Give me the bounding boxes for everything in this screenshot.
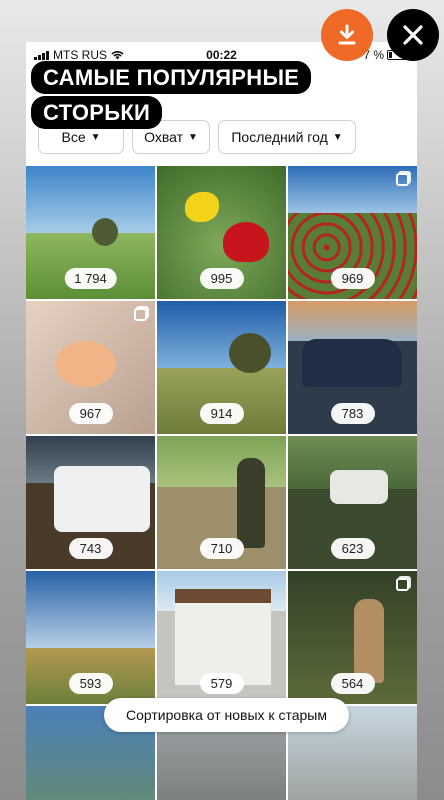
story-tile[interactable]: 710 (157, 436, 286, 569)
sort-order-toast[interactable]: Сортировка от новых к старым (104, 698, 349, 732)
story-tile[interactable]: 783 (288, 301, 417, 434)
views-count: 593 (68, 673, 113, 694)
filter-reach-label: Охват (144, 129, 183, 145)
story-tile[interactable]: 623 (288, 436, 417, 569)
views-count: 710 (199, 538, 244, 559)
chevron-down-icon: ▼ (188, 131, 198, 143)
chevron-down-icon: ▼ (332, 131, 343, 143)
views-count: 914 (199, 403, 244, 424)
story-tile[interactable]: 743 (26, 436, 155, 569)
filter-all-label: Все (61, 129, 86, 145)
chevron-down-icon: ▼ (90, 131, 101, 143)
views-count: 579 (199, 673, 244, 694)
close-icon (403, 25, 423, 45)
views-count: 1 794 (64, 268, 117, 289)
multiple-photos-icon (396, 578, 409, 591)
download-icon (338, 24, 356, 45)
multiple-photos-icon (396, 173, 409, 186)
views-count: 564 (330, 673, 375, 694)
story-tile[interactable]: 967 (26, 301, 155, 434)
story-tile[interactable]: 579 (157, 571, 286, 704)
views-count: 743 (68, 538, 113, 559)
views-count: 623 (330, 538, 375, 559)
close-button[interactable] (387, 9, 439, 61)
views-count: 995 (199, 268, 244, 289)
views-count: 967 (68, 403, 113, 424)
phone-screen: MTS RUS 00:22 7 % Все ▼ Охват ▼ Последни… (26, 42, 417, 800)
story-tile[interactable]: 995 (157, 166, 286, 299)
story-tile[interactable]: 914 (157, 301, 286, 434)
views-count: 969 (330, 268, 375, 289)
story-tile[interactable]: 1 794 (26, 166, 155, 299)
story-tile[interactable]: 969 (288, 166, 417, 299)
filter-period-label: Последний год (231, 129, 328, 145)
sort-order-label: Сортировка от новых к старым (126, 707, 327, 723)
story-title-text: САМЫЕ ПОПУЛЯРНЫЕ СТОРЬКИ (31, 61, 312, 129)
story-title: САМЫЕ ПОПУЛЯРНЫЕ СТОРЬКИ (31, 60, 331, 130)
download-button[interactable] (321, 9, 373, 61)
story-tile[interactable]: 593 (26, 571, 155, 704)
story-tile[interactable]: 564 (288, 571, 417, 704)
views-count: 783 (330, 403, 375, 424)
multiple-photos-icon (134, 308, 147, 321)
wifi-icon (111, 51, 124, 60)
signal-icon (34, 50, 49, 60)
